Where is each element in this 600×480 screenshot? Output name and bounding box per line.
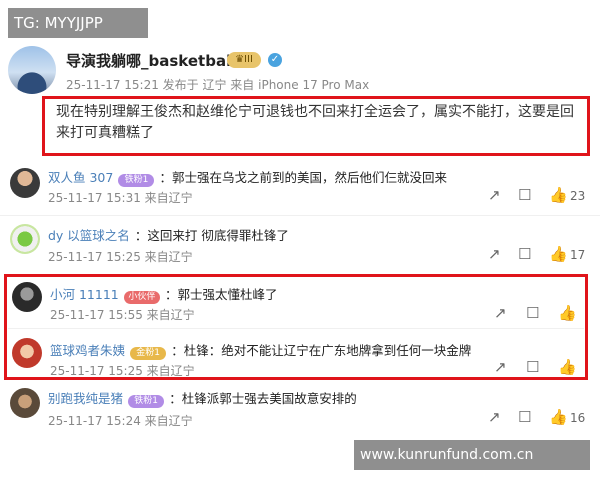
comment-text: ：杜锋派郭士强去美国故意安排的 (169, 391, 357, 406)
author-avatar[interactable] (8, 46, 56, 94)
like-icon[interactable]: 👍 (549, 408, 568, 426)
comment-icon[interactable]: ☐ (526, 304, 539, 322)
comment-icon[interactable]: ☐ (518, 408, 531, 426)
crown-icon: ♛ (235, 54, 245, 65)
comment-icon[interactable]: ☐ (518, 245, 531, 263)
commenter-name[interactable]: 小河 11111 (50, 287, 119, 302)
comment-text: ：这回来打 彻底得罪杜锋了 (134, 228, 289, 243)
commenter-avatar[interactable] (12, 338, 42, 368)
comment-text: ：郭士强太懂杜峰了 (164, 287, 278, 302)
comment-meta: 25-11-17 15:25 来自辽宁 (50, 364, 195, 378)
like-icon[interactable]: 👍 (558, 358, 577, 376)
comment-icon[interactable]: ☐ (526, 358, 539, 376)
comment-line: 别跑我纯是猪 铁粉1 ：杜锋派郭士强去美国故意安排的 (48, 388, 588, 408)
commenter-name[interactable]: dy 以篮球之名 (48, 228, 130, 243)
watermark-top: TG: MYYJJPP (8, 8, 148, 38)
commenter-name[interactable]: 别跑我纯是猪 (48, 391, 123, 406)
comment-meta: 25-11-17 15:31 来自辽宁 (48, 191, 193, 205)
fan-badge: 铁粉1 (118, 174, 155, 187)
post-meta: 25-11-17 15:21 发布于 辽宁 来自 iPhone 17 Pro M… (66, 78, 370, 92)
comment-line: 篮球鸡者朱姨 金粉1 ：杜锋：绝对不能让辽宁在广东地牌拿到任何一块金牌 (50, 340, 570, 360)
commenter-avatar[interactable] (10, 168, 40, 198)
comment-text: ：郭士强在乌戈之前到的美国，然后他们仨就没回来 (159, 170, 448, 185)
share-icon[interactable]: ↗ (494, 358, 507, 376)
share-icon[interactable]: ↗ (488, 186, 501, 204)
comment-line: dy 以篮球之名 ：这回来打 彻底得罪杜锋了 (48, 225, 588, 244)
comment-line: 双人鱼 307 铁粉1 ：郭士强在乌戈之前到的美国，然后他们仨就没回来 (48, 167, 588, 187)
comment-icon[interactable]: ☐ (518, 186, 531, 204)
divider (8, 328, 584, 329)
commenter-avatar[interactable] (12, 282, 42, 312)
commenter-name[interactable]: 篮球鸡者朱姨 (50, 343, 125, 358)
vip-level: III (244, 54, 253, 65)
like-icon[interactable]: 👍 (549, 245, 568, 263)
fan-badge: 金粉1 (130, 347, 167, 360)
like-count: 17 (570, 248, 586, 262)
post-text: 现在特别理解王俊杰和赵维伦宁可退钱也不回来打全运会了，属实不能打，这要是回来打可… (56, 104, 574, 141)
member-badge: 小伙伴 (123, 291, 160, 304)
vip-badge: ♛III (227, 52, 261, 68)
like-count: 16 (570, 411, 586, 425)
post-author-name[interactable]: 导演我躺哪_basketball (66, 50, 236, 71)
comment-meta: 25-11-17 15:24 来自辽宁 (48, 414, 193, 428)
comment-meta: 25-11-17 15:55 来自辽宁 (50, 308, 195, 322)
comment-meta: 25-11-17 15:25 来自辽宁 (48, 250, 193, 264)
comment-text: ：杜锋：绝对不能让辽宁在广东地牌拿到任何一块金牌 (171, 343, 472, 358)
share-icon[interactable]: ↗ (494, 304, 507, 322)
commenter-avatar[interactable] (10, 224, 40, 254)
watermark-bottom: www.kunrunfund.com.cn (354, 440, 590, 470)
verified-icon: ✓ (268, 53, 282, 67)
like-icon[interactable]: 👍 (549, 186, 568, 204)
like-icon[interactable]: 👍 (558, 304, 577, 322)
fan-badge: 铁粉1 (128, 395, 165, 408)
commenter-avatar[interactable] (10, 388, 40, 418)
share-icon[interactable]: ↗ (488, 245, 501, 263)
share-icon[interactable]: ↗ (488, 408, 501, 426)
comment-line: 小河 11111 小伙伴 ：郭士强太懂杜峰了 (50, 284, 570, 304)
like-count: 23 (570, 189, 586, 203)
divider (0, 215, 600, 216)
commenter-name[interactable]: 双人鱼 307 (48, 170, 113, 185)
